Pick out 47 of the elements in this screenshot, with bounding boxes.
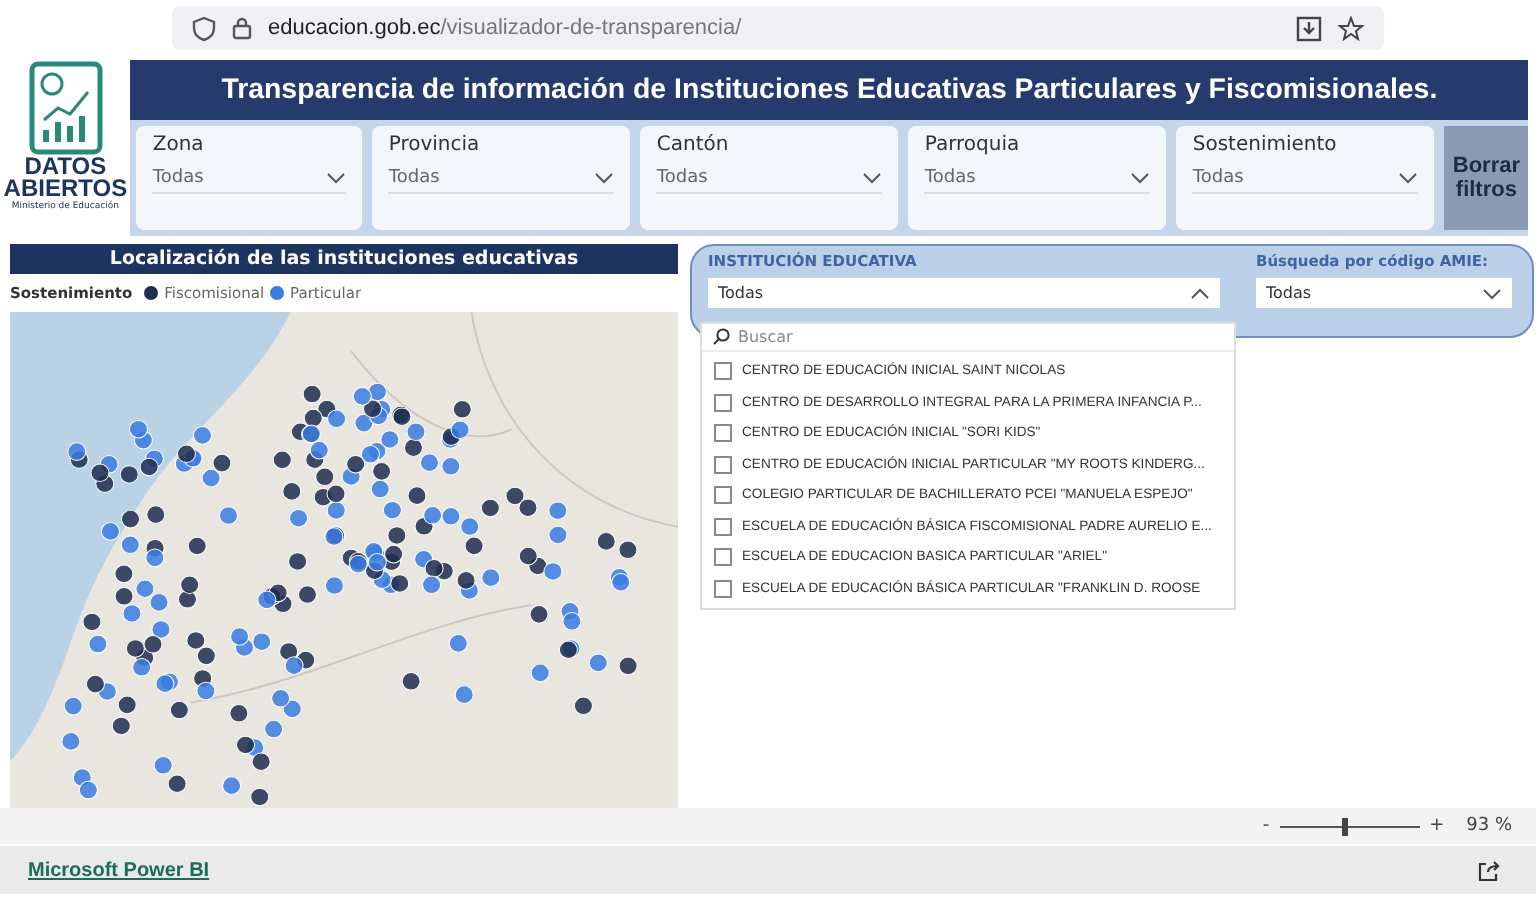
filter-dropdown[interactable]: Todas [1192, 168, 1419, 194]
search-icon [712, 328, 730, 346]
checkbox[interactable] [714, 455, 732, 474]
map-title: Localización de las instituciones educativas [10, 244, 678, 274]
filter-dropdown[interactable]: Todas [388, 168, 615, 194]
checkbox[interactable] [714, 424, 732, 443]
filter-label: Sostenimiento [1192, 134, 1339, 156]
zoom-percent: 93 % [1466, 816, 1512, 836]
zoom-out-button[interactable]: - [1262, 816, 1270, 836]
checkbox[interactable] [714, 486, 732, 505]
checkbox[interactable] [714, 393, 732, 412]
power-bi-link[interactable]: Microsoft Power BI [28, 859, 210, 881]
chart-book-icon [27, 60, 104, 156]
chevron-down-icon [1482, 287, 1502, 299]
shield-icon [192, 15, 216, 41]
institution-dropdown[interactable]: Todas [708, 278, 1220, 308]
filter-dropdown[interactable]: Todas [152, 168, 347, 194]
filter-dropdown[interactable]: Todas [924, 168, 1151, 194]
report-title: Transparencia de información de Instituciones Educativas Particulares y Fiscomisionales. [221, 74, 1438, 106]
clear-filters-button[interactable]: Borrar filtros [1444, 126, 1528, 230]
checkbox[interactable] [714, 517, 732, 536]
filter-label: Parroquia [924, 134, 1022, 156]
filter-label: Cantón [656, 134, 731, 156]
map-drawing[interactable] [10, 312, 678, 808]
logo-title: ABIERTOS [3, 178, 128, 200]
filter-label: Zona [152, 134, 206, 156]
url-text: educacion.gob.ec/visualizador-de-transparencia/ [268, 16, 742, 40]
chevron-up-icon [1190, 287, 1210, 299]
chevron-down-icon [862, 172, 883, 184]
chevron-down-icon [1130, 172, 1151, 184]
logo-title: DATOS [24, 156, 107, 178]
star-icon[interactable] [1338, 15, 1364, 41]
zoom-in-button[interactable]: + [1429, 816, 1445, 836]
filter-dropdown[interactable]: Todas [656, 168, 883, 194]
address-bar[interactable]: educacion.gob.ec/visualizador-de-transparencia/ [172, 6, 1384, 50]
chevron-down-icon [594, 172, 615, 184]
download-icon[interactable] [1296, 15, 1322, 41]
amie-dropdown[interactable]: Todas [1256, 278, 1512, 308]
slider-thumb[interactable] [1341, 817, 1348, 835]
filter-label: Provincia [388, 134, 482, 156]
checkbox[interactable] [714, 548, 732, 567]
chevron-down-icon [326, 172, 347, 184]
lock-icon [232, 16, 252, 40]
chevron-down-icon [1398, 172, 1419, 184]
checkbox[interactable] [714, 362, 732, 381]
share-icon[interactable] [1478, 859, 1500, 881]
checkbox[interactable] [714, 579, 732, 598]
